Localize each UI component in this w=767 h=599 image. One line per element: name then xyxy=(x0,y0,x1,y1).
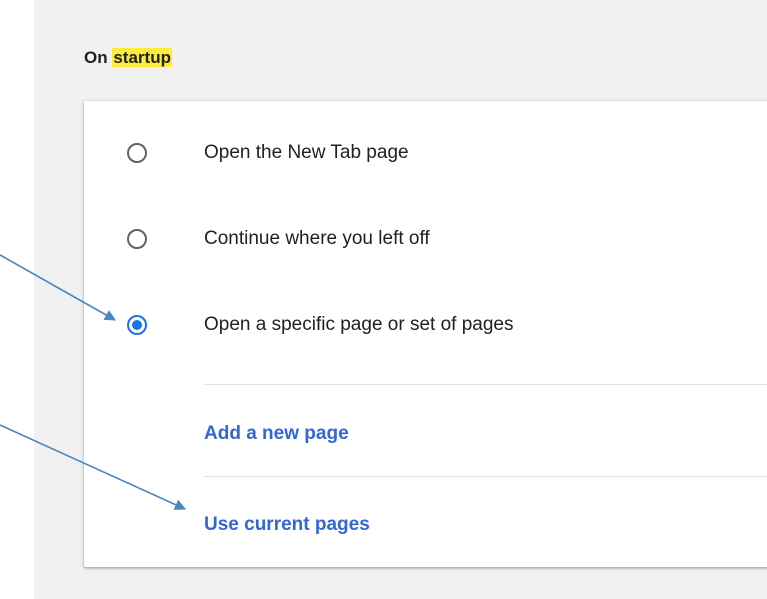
section-title-highlight: startup xyxy=(112,48,172,67)
option-specific-pages[interactable]: Open a specific page or set of pages xyxy=(84,297,767,353)
option-new-tab[interactable]: Open the New Tab page xyxy=(84,125,767,181)
radio-specific-pages[interactable] xyxy=(127,315,147,335)
option-specific-pages-label: Open a specific page or set of pages xyxy=(204,314,514,335)
add-new-page-link[interactable]: Add a new page xyxy=(204,423,349,445)
option-new-tab-label: Open the New Tab page xyxy=(204,142,409,163)
radio-selected-dot xyxy=(132,320,142,330)
section-title-prefix: On xyxy=(84,48,108,67)
startup-card: Open the New Tab page Continue where you… xyxy=(84,101,767,567)
option-continue[interactable]: Continue where you left off xyxy=(84,211,767,267)
radio-new-tab[interactable] xyxy=(127,143,147,163)
divider xyxy=(204,384,767,385)
radio-continue[interactable] xyxy=(127,229,147,249)
use-current-pages-link[interactable]: Use current pages xyxy=(204,514,370,536)
section-title: On startup xyxy=(84,48,172,68)
option-continue-label: Continue where you left off xyxy=(204,228,430,249)
divider xyxy=(204,476,767,477)
